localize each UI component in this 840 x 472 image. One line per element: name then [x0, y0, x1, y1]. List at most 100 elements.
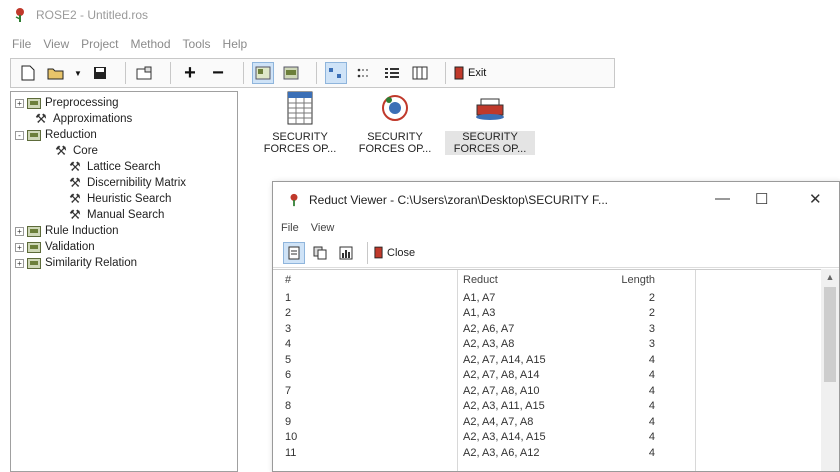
document-list-icon	[288, 246, 300, 259]
document-label: SECURITY FORCES OP...	[445, 131, 535, 155]
tree-item-preprocessing[interactable]: + Preprocessing	[15, 95, 233, 111]
tree-item-label: Validation	[45, 241, 95, 253]
tree-item-rule-induction[interactable]: + Rule Induction	[15, 223, 233, 239]
new-file-button[interactable]	[17, 62, 39, 84]
table-row[interactable]: 4 A2, A3, A8 3	[273, 337, 839, 353]
scroll-up-icon[interactable]: ▲	[821, 269, 839, 285]
dropdown-arrow-icon: ▼	[74, 68, 82, 78]
list-view-button[interactable]	[381, 62, 403, 84]
details-view-button[interactable]	[409, 62, 431, 84]
menu-help[interactable]: Help	[223, 37, 248, 51]
hammer-icon: ⚒	[69, 207, 81, 222]
exit-button[interactable]: Exit	[454, 62, 486, 84]
tree-item-reduction[interactable]: - Reduction	[15, 127, 233, 143]
table-row[interactable]: 1 A1, A7 2	[273, 290, 839, 306]
tree-item-heuristic-search[interactable]: ⚒ Heuristic Search	[15, 191, 233, 207]
minimize-button[interactable]: —	[715, 190, 730, 207]
add-button[interactable]: +	[179, 62, 201, 84]
remove-button[interactable]: −	[207, 62, 229, 84]
expand-icon[interactable]: +	[15, 242, 24, 252]
close-window-button[interactable]: ✕	[809, 190, 822, 208]
expand-icon[interactable]: +	[15, 226, 24, 236]
dotted-view-button[interactable]	[353, 62, 375, 84]
tree-item-manual-search[interactable]: ⚒ Manual Search	[15, 207, 233, 223]
viewer-title: Reduct Viewer - C:\Users\zoran\Desktop\S…	[309, 193, 608, 207]
toolbar-separator	[367, 241, 368, 264]
open-dropdown-button[interactable]: ▼	[73, 62, 83, 84]
minus-icon: −	[212, 61, 224, 84]
table-row[interactable]: 9 A2, A4, A7, A8 4	[273, 414, 839, 430]
details-icon	[412, 66, 428, 80]
vertical-scrollbar[interactable]: ▲	[821, 269, 839, 471]
rose-app-icon	[290, 193, 298, 207]
table-row[interactable]: 8 A2, A3, A11, A15 4	[273, 399, 839, 415]
close-label: Close	[387, 246, 416, 259]
copy-button[interactable]	[309, 242, 331, 264]
large-icons-icon	[255, 66, 271, 80]
column-header-reduct[interactable]: Reduct	[365, 274, 613, 286]
table-icon	[287, 91, 313, 125]
menu-view[interactable]: View	[43, 37, 69, 51]
document-approximation[interactable]: SECURITY FORCES OP...	[350, 91, 440, 155]
tree-item-validation[interactable]: + Validation	[15, 239, 233, 255]
small-icons-button[interactable]	[280, 62, 302, 84]
properties-icon	[136, 66, 152, 80]
table-row[interactable]: 6 A2, A7, A8, A14 4	[273, 368, 839, 384]
tree-item-core[interactable]: ⚒ Core	[15, 143, 233, 159]
reduct-list-button[interactable]	[283, 241, 305, 264]
open-button[interactable]	[45, 62, 67, 84]
properties-button[interactable]	[134, 62, 156, 84]
scroll-thumb[interactable]	[824, 287, 836, 382]
dotted-list-icon	[357, 68, 370, 78]
menu-file[interactable]: File	[12, 37, 31, 51]
tree-item-label: Rule Induction	[45, 225, 119, 237]
reduct-icon	[476, 98, 504, 120]
large-icons-button[interactable]	[252, 62, 274, 84]
menu-project[interactable]: Project	[81, 37, 118, 51]
expand-icon[interactable]: +	[15, 98, 24, 108]
menu-tools[interactable]: Tools	[183, 37, 211, 51]
viewer-menu-view[interactable]: View	[311, 222, 335, 234]
open-folder-icon	[47, 68, 64, 80]
table-row[interactable]: 2 A1, A3 2	[273, 306, 839, 322]
document-label: SECURITY FORCES OP...	[263, 131, 337, 155]
copy-icon	[313, 246, 327, 259]
reduct-table: # Reduct Length 1 A1, A7 2 2 A1, A3 2 3 A2, A…	[273, 269, 839, 471]
document-data-table[interactable]: SECURITY FORCES OP...	[255, 91, 345, 155]
toolbar-separator	[243, 62, 244, 84]
folder-icon	[27, 257, 41, 269]
menu-method[interactable]: Method	[131, 37, 171, 51]
tree-item-label: Approximations	[53, 113, 133, 125]
table-row[interactable]: 3 A2, A6, A7 3	[273, 321, 839, 337]
document-reducts[interactable]: SECURITY FORCES OP...	[445, 91, 535, 155]
collapse-icon[interactable]: -	[15, 130, 24, 140]
sort-view-button[interactable]	[325, 62, 347, 84]
close-viewer-button[interactable]: Close	[374, 242, 415, 264]
plus-icon: +	[184, 61, 196, 84]
table-row[interactable]: 7 A2, A7, A8, A10 4	[273, 383, 839, 399]
table-row[interactable]: 11 A2, A3, A6, A12 4	[273, 445, 839, 461]
folder-icon	[27, 97, 41, 109]
hammer-icon: ⚒	[69, 191, 81, 206]
expand-icon[interactable]: +	[15, 258, 24, 268]
tree-item-similarity-relation[interactable]: + Similarity Relation	[15, 255, 233, 271]
toolbar-separator	[445, 62, 446, 84]
tree-item-label: Core	[73, 145, 98, 157]
tree-item-label: Similarity Relation	[45, 257, 138, 269]
viewer-menu-file[interactable]: File	[281, 222, 299, 234]
column-header-num[interactable]: #	[273, 274, 365, 286]
tree-item-lattice-search[interactable]: ⚒ Lattice Search	[15, 159, 233, 175]
tree-item-approximations[interactable]: ⚒ Approximations	[15, 111, 233, 127]
tree-item-discernibility-matrix[interactable]: ⚒ Discernibility Matrix	[15, 175, 233, 191]
table-row[interactable]: 10 A2, A3, A14, A15 4	[273, 430, 839, 446]
viewer-title-bar[interactable]: Reduct Viewer - C:\Users\zoran\Desktop\S…	[273, 182, 839, 218]
document-label: SECURITY FORCES OP...	[358, 131, 432, 155]
table-row[interactable]: 5 A2, A7, A14, A15 4	[273, 352, 839, 368]
save-button[interactable]	[89, 62, 111, 84]
hammer-icon: ⚒	[55, 143, 67, 158]
exit-door-icon	[454, 66, 464, 80]
maximize-button[interactable]: ☐	[755, 190, 768, 208]
toolbar-separator	[125, 62, 126, 84]
statistics-button[interactable]	[335, 242, 357, 264]
column-header-length[interactable]: Length	[613, 274, 663, 286]
